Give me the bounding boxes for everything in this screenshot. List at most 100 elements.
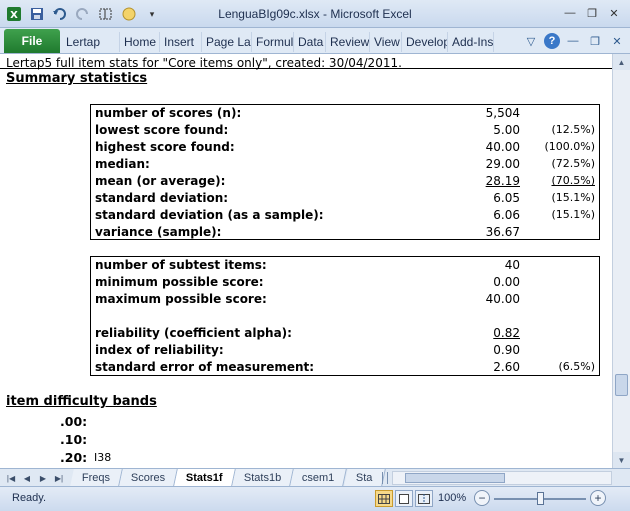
status-ready: Ready.: [12, 492, 47, 504]
sheet-tab-stats1f[interactable]: Stats1f: [174, 469, 236, 486]
normal-view-icon[interactable]: [375, 490, 393, 507]
stat-row: standard deviation: 6.05 (15.1%): [91, 191, 599, 208]
close-icon[interactable]: ✕: [604, 4, 624, 22]
stat-value: 40: [504, 258, 520, 272]
difficulty-band-items: I38: [94, 451, 112, 464]
ribbon-tab-home[interactable]: Home: [120, 32, 160, 52]
worksheet-grid[interactable]: Lertap5 full item stats for "Core items …: [0, 54, 612, 468]
stat-value: 29.00: [485, 157, 520, 171]
ribbon-tab-develop[interactable]: Develop: [402, 32, 448, 52]
sheet-tab-label: Sta: [355, 471, 373, 484]
zoom-in-icon[interactable]: +: [590, 490, 606, 506]
ribbon-tab-review[interactable]: Review: [326, 32, 370, 52]
stat-value: 0.82: [493, 326, 520, 340]
last-sheet-icon[interactable]: ▶|: [52, 471, 66, 485]
ribbon-tab-lertap[interactable]: Lertap: [62, 32, 120, 52]
stat-percent: (15.1%): [551, 208, 595, 221]
restore-icon[interactable]: ❐: [582, 4, 602, 22]
ribbon-tab-view[interactable]: View: [370, 32, 402, 52]
file-tab[interactable]: File: [4, 29, 60, 53]
stat-label: number of scores (n):: [95, 106, 242, 120]
stat-percent: (70.5%): [551, 174, 595, 187]
ribbon-tab-formula[interactable]: Formula: [252, 32, 294, 52]
stat-value: 6.06: [493, 208, 520, 222]
tab-split-handle[interactable]: [382, 472, 388, 484]
next-sheet-icon[interactable]: ▶: [36, 471, 50, 485]
minimize-icon[interactable]: —: [560, 4, 580, 22]
workbook-restore-icon[interactable]: ❐: [586, 32, 604, 50]
stat-value: 5,504: [485, 106, 520, 120]
first-sheet-icon[interactable]: |◀: [4, 471, 18, 485]
stat-row: reliability (coefficient alpha): 0.82: [91, 326, 599, 343]
summary-statistics-box: number of scores (n): 5,504 lowest score f…: [90, 104, 600, 240]
stat-value: 2.60: [493, 360, 520, 374]
stat-label: reliability (coefficient alpha):: [95, 326, 292, 340]
stat-percent: (72.5%): [551, 157, 595, 170]
stat-row: mean (or average): 28.19 (70.5%): [91, 174, 599, 191]
stat-label: variance (sample):: [95, 225, 222, 239]
stat-label: maximum possible score:: [95, 292, 267, 306]
vertical-scrollbar[interactable]: ▲ ▼: [612, 54, 630, 468]
stat-value: 6.05: [493, 191, 520, 205]
sheet-tabs: Freqs Scores Stats1f Stats1b csem1 Sta: [70, 469, 386, 486]
stat-value: 40.00: [485, 292, 520, 306]
stat-row: highest score found: 40.00 (100.0%): [91, 140, 599, 157]
zoom-out-icon[interactable]: −: [474, 490, 490, 506]
workbook-close-icon[interactable]: ✕: [608, 32, 626, 50]
ribbon-tab-insert[interactable]: Insert: [160, 32, 202, 52]
page-break-view-icon[interactable]: [415, 490, 433, 507]
stat-label: median:: [95, 157, 150, 171]
status-bar: Ready. 100% − +: [0, 486, 630, 511]
sheet-tab-label: Stats1f: [186, 471, 224, 484]
stat-row: index of reliability: 0.90: [91, 343, 599, 360]
stat-value: 0.90: [493, 343, 520, 357]
sheet-tab-csem1[interactable]: csem1: [290, 469, 348, 486]
scroll-down-icon[interactable]: ▼: [613, 452, 630, 468]
help-icon[interactable]: ?: [544, 33, 560, 49]
sheet-tab-freqs[interactable]: Freqs: [70, 469, 123, 486]
zoom-slider-thumb[interactable]: [537, 492, 544, 505]
sheet-tab-sta[interactable]: Sta: [343, 469, 386, 486]
stat-label: number of subtest items:: [95, 258, 267, 272]
stat-value: 0.00: [493, 275, 520, 289]
window-controls: — ❐ ✕: [560, 4, 624, 22]
stat-row: median: 29.00 (72.5%): [91, 157, 599, 174]
summary-title: Summary statistics: [6, 71, 148, 86]
stat-value: 5.00: [493, 123, 520, 137]
stat-row: maximum possible score: 40.00: [91, 292, 599, 309]
minimize-ribbon-icon[interactable]: ▽: [522, 32, 540, 50]
zoom-level[interactable]: 100%: [438, 492, 466, 504]
difficulty-bands-title: item difficulty bands: [6, 394, 157, 409]
stat-label: standard deviation:: [95, 191, 229, 205]
sheet-tab-stats1b[interactable]: Stats1b: [232, 469, 295, 486]
stat-label: minimum possible score:: [95, 275, 264, 289]
stat-value: 28.19: [485, 174, 520, 188]
horizontal-scroll-thumb[interactable]: [405, 473, 505, 483]
stat-row: minimum possible score: 0.00: [91, 275, 599, 292]
stat-percent: (15.1%): [551, 191, 595, 204]
window-title: LenguaBIg09c.xlsx - Microsoft Excel: [218, 7, 412, 21]
stat-percent: (100.0%): [544, 140, 595, 153]
stat-percent: (12.5%): [551, 123, 595, 136]
test-properties-box: number of subtest items: 40 minimum possib…: [90, 256, 600, 376]
vertical-scroll-thumb[interactable]: [615, 374, 628, 396]
prev-sheet-icon[interactable]: ◀: [20, 471, 34, 485]
page-layout-view-icon[interactable]: [395, 490, 413, 507]
horizontal-scrollbar[interactable]: [392, 471, 612, 485]
ribbon-tab-page-lay[interactable]: Page Lay: [202, 32, 252, 52]
ribbon-tabs-bar: File LertapHomeInsertPage LayFormulaData…: [0, 28, 630, 54]
stat-label: standard error of measurement:: [95, 360, 315, 374]
stat-row: number of subtest items: 40: [91, 258, 599, 275]
ribbon-tab-add-ins[interactable]: Add-Ins: [448, 32, 494, 52]
view-buttons: [375, 490, 433, 507]
title-bar: X ▾ LenguaBIg09c.xlsx - Microsoft Excel …: [0, 0, 630, 28]
ribbon-tab-data[interactable]: Data: [294, 32, 326, 52]
stat-label: highest score found:: [95, 140, 235, 154]
workbook-minimize-icon[interactable]: —: [564, 32, 582, 50]
scroll-up-icon[interactable]: ▲: [613, 54, 630, 70]
difficulty-band-label: .10:: [60, 432, 88, 447]
headline-divider: [0, 68, 612, 69]
sheet-tab-scores[interactable]: Scores: [119, 469, 179, 486]
stat-row: variance (sample): 36.67: [91, 225, 599, 242]
ribbon-right-controls: ▽ ? — ❐ ✕: [522, 32, 626, 50]
